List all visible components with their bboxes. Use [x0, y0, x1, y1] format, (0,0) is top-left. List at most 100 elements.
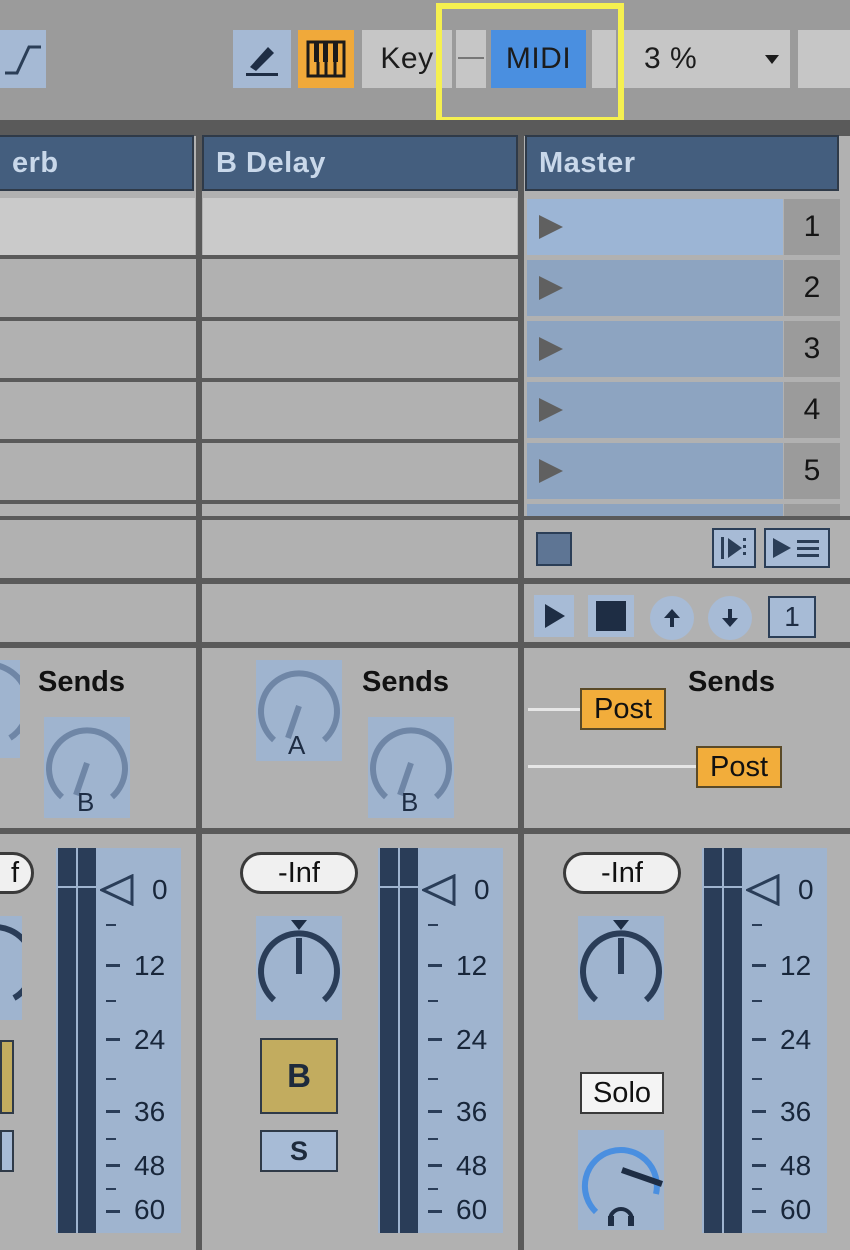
follow-action-button[interactable] — [764, 528, 830, 568]
scene-launch-slot-3[interactable] — [527, 321, 783, 377]
scale-label: 48 — [134, 1150, 166, 1181]
track-status-area — [0, 586, 195, 642]
scale-label: 60 — [456, 1194, 488, 1225]
scale-label: 12 — [134, 950, 166, 981]
piano-keys-icon — [306, 40, 346, 78]
send-b-line — [528, 765, 696, 768]
play-scene-icon — [539, 276, 563, 300]
clip-slot[interactable] — [0, 321, 195, 378]
keyboard-mode-button[interactable] — [298, 30, 354, 88]
pan-icon — [0, 924, 36, 1001]
clip-slot[interactable] — [203, 504, 517, 516]
clip-slot[interactable] — [203, 321, 517, 378]
crossfade-button-partial[interactable] — [0, 1040, 14, 1114]
play-button[interactable] — [534, 595, 574, 637]
post-button-b[interactable]: Post — [696, 746, 782, 788]
sends-label: Sends — [362, 666, 450, 698]
master-pan-knob[interactable] — [578, 916, 664, 1020]
play-scene-icon — [539, 215, 563, 239]
scene-launch-slot-2[interactable] — [527, 260, 783, 316]
play-scene-icon — [539, 337, 563, 361]
stop-button[interactable] — [588, 595, 634, 637]
clip-slot[interactable] — [0, 260, 195, 317]
scale-label: 0 — [474, 874, 490, 905]
scene-launch-slot-6[interactable] — [527, 504, 783, 516]
scale-label: 36 — [134, 1096, 166, 1127]
volume-value: -Inf — [278, 856, 320, 889]
track-title-text: erb — [12, 146, 59, 179]
scale-label: 24 — [134, 1024, 166, 1055]
send-knob-b[interactable]: B — [368, 717, 454, 818]
scale-label: 60 — [134, 1194, 166, 1225]
track-title-master[interactable]: Master — [525, 135, 839, 191]
crossfade-b-button[interactable]: B — [260, 1038, 338, 1114]
pan-knob[interactable] — [256, 916, 342, 1020]
send-knob-a-partial[interactable] — [0, 660, 32, 758]
scene-launch-slot-4[interactable] — [527, 382, 783, 438]
send-knob-b[interactable]: B — [44, 717, 130, 818]
fader-triangle-icon — [746, 874, 780, 906]
scale-label: 24 — [456, 1024, 488, 1055]
stop-all-clips-button[interactable] — [536, 532, 572, 566]
master-volume-display[interactable]: -Inf — [563, 852, 681, 894]
sends-label: Sends — [688, 666, 776, 698]
clip-slot[interactable] — [0, 504, 195, 516]
pan-icon — [258, 920, 340, 1003]
arrow-down-icon — [722, 609, 738, 627]
curve-icon — [5, 45, 41, 75]
scene-launch-slot-1[interactable] — [527, 199, 783, 255]
track-title-b-delay[interactable]: B Delay — [202, 135, 518, 191]
solo-label: Solo — [592, 1076, 652, 1109]
track-title-text: Master — [539, 146, 636, 179]
fader-triangle-icon — [100, 874, 134, 906]
volume-meter[interactable]: 0 12 24 36 48 60 — [378, 848, 503, 1233]
send-knob-a[interactable]: A — [256, 660, 342, 761]
volume-meter[interactable]: 0 12 24 36 48 60 — [56, 848, 181, 1233]
play-list-icon — [773, 538, 819, 558]
scene-number: 3 — [784, 321, 840, 377]
scale-label: 48 — [780, 1150, 812, 1181]
clip-slot[interactable] — [0, 382, 195, 439]
scene-number-field[interactable]: 1 — [768, 596, 816, 638]
play-scene-icon — [539, 459, 563, 483]
session-mixer: erb B Delay Master 1 2 3 4 5 1 Sends B A… — [0, 120, 850, 1250]
solo-button[interactable]: S — [260, 1130, 338, 1172]
scale-label: 36 — [456, 1096, 488, 1127]
clip-slot[interactable] — [203, 198, 517, 255]
scene-launch-slot-5[interactable] — [527, 443, 783, 499]
cue-volume-knob[interactable] — [578, 1130, 664, 1230]
solo-label: S — [289, 1135, 308, 1166]
draw-mode-button[interactable] — [233, 30, 291, 88]
clip-stop-area — [203, 520, 517, 578]
solo-cue-button[interactable]: Solo — [580, 1072, 664, 1114]
knob-letter: A — [288, 730, 306, 760]
toolbar-right-block — [798, 30, 850, 88]
scene-up-button[interactable] — [650, 596, 694, 640]
master-volume-meter[interactable]: 0 12 24 36 48 60 — [702, 848, 827, 1233]
clip-slot[interactable] — [203, 382, 517, 439]
knob-letter: B — [77, 787, 95, 817]
clip-slot[interactable] — [203, 260, 517, 317]
pencil-icon — [246, 47, 278, 76]
track-title-text: B Delay — [216, 146, 326, 179]
clip-slot[interactable] — [0, 198, 195, 255]
scene-down-button[interactable] — [708, 596, 752, 640]
cpu-load-dropdown[interactable]: 3 % — [624, 30, 790, 88]
track-title-a-return[interactable]: erb — [0, 135, 194, 191]
clip-slot[interactable] — [0, 443, 195, 500]
post-button-a[interactable]: Post — [580, 688, 666, 730]
track-volume-display[interactable]: -Inf — [240, 852, 358, 894]
pan-knob-partial[interactable] — [0, 916, 36, 1020]
send-a-line — [528, 708, 580, 711]
clip-slot[interactable] — [203, 443, 517, 500]
scale-label: 12 — [456, 950, 488, 981]
launch-scene-button[interactable] — [712, 528, 756, 568]
scale-label: 24 — [780, 1024, 812, 1055]
solo-button-partial[interactable] — [0, 1130, 14, 1172]
midi-highlight-frame — [436, 3, 624, 123]
scale-label: 60 — [780, 1194, 812, 1225]
envelope-button[interactable] — [0, 30, 46, 88]
play-scene-icon — [539, 398, 563, 422]
scene-number: 1 — [784, 199, 840, 255]
track-status-area — [203, 586, 517, 642]
